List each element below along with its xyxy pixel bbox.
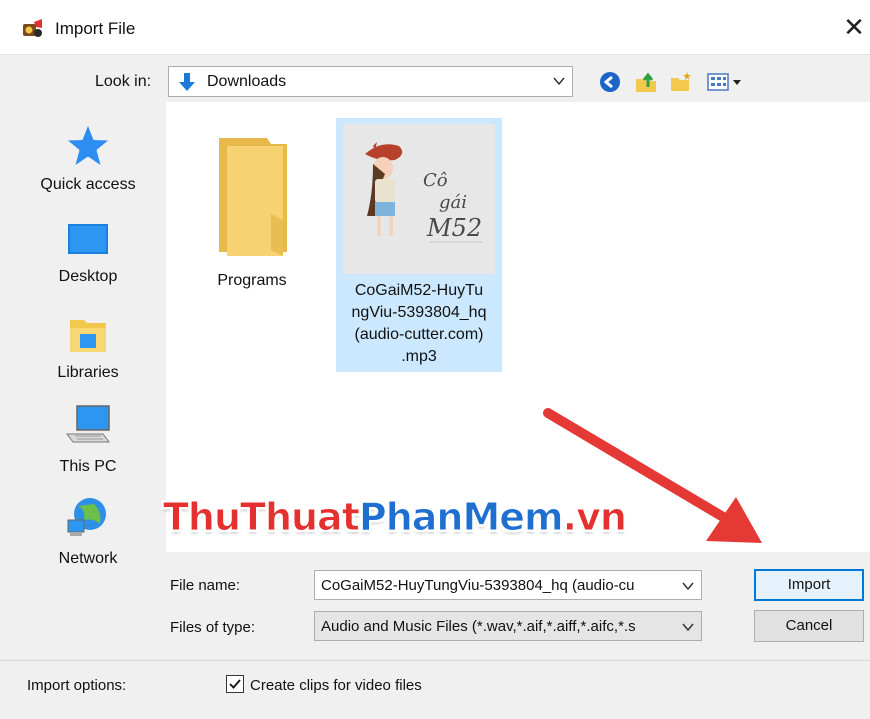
folder-icon [219, 138, 287, 256]
file-name-line: ngViu-5393804_hq [351, 304, 487, 321]
checkmark-icon [229, 679, 241, 689]
up-folder-icon[interactable] [634, 70, 658, 94]
new-folder-icon[interactable] [669, 70, 693, 94]
cancel-button[interactable]: Cancel [754, 610, 864, 642]
filename-input[interactable]: CoGaiM52-HuyTungViu-5393804_hq (audio-cu [314, 570, 702, 600]
create-clips-label[interactable]: Create clips for video files [250, 677, 422, 694]
desktop-icon [68, 224, 108, 254]
thumb-text: M52 [426, 214, 482, 242]
file-name-line: .mp3 [401, 348, 437, 365]
import-button[interactable]: Import [754, 569, 864, 601]
chevron-down-icon[interactable] [681, 579, 695, 593]
place-desktop[interactable]: Desktop [12, 220, 164, 286]
filetype-dropdown[interactable]: Audio and Music Files (*.wav,*.aif,*.aif… [314, 611, 702, 641]
place-quick-access[interactable]: Quick access [12, 124, 164, 194]
back-icon[interactable] [598, 70, 622, 94]
filename-label: File name: [170, 577, 241, 594]
annotation-arrow [543, 408, 762, 543]
place-label: Libraries [57, 364, 119, 381]
lookin-label: Look in: [95, 73, 152, 90]
place-network[interactable]: Network [12, 496, 164, 568]
computer-icon [66, 405, 110, 443]
file-name-line: CoGaiM52-HuyTu [354, 282, 484, 299]
chevron-down-icon [681, 620, 695, 634]
place-label: Network [58, 550, 118, 567]
thumb-text: Cô [423, 170, 448, 191]
file-item-mp3[interactable]: Cô gái M52 CoGaiM52-HuyTu ngViu-5393804_… [336, 118, 502, 372]
file-name: Programs [217, 272, 287, 289]
place-label: Desktop [58, 268, 118, 285]
download-arrow-icon [179, 73, 195, 91]
app-icon [23, 19, 42, 37]
filetype-label: Files of type: [170, 619, 256, 636]
lookin-dropdown[interactable]: Downloads [168, 66, 573, 97]
filetype-value: Audio and Music Files (*.wav,*.aif,*.aif… [321, 618, 636, 635]
close-button[interactable]: ✕ [838, 11, 870, 43]
star-icon [68, 126, 108, 165]
watermark-part: ThuThuat [163, 495, 361, 540]
album-art-thumbnail: Cô gái M52 [343, 124, 495, 274]
filename-value: CoGaiM52-HuyTungViu-5393804_hq (audio-cu [321, 577, 635, 594]
places-bar: Quick access Desktop Libraries This PC N… [12, 102, 164, 572]
place-this-pc[interactable]: This PC [12, 404, 164, 476]
divider [0, 660, 870, 661]
file-item-programs[interactable]: Programs [192, 132, 312, 292]
view-menu-icon[interactable] [706, 70, 746, 94]
place-label: This PC [59, 458, 117, 475]
libraries-icon [70, 320, 106, 352]
import-options-label: Import options: [27, 677, 127, 694]
place-libraries[interactable]: Libraries [12, 312, 164, 382]
title-bar: Import File ✕ [0, 0, 870, 55]
file-name-line: (audio-cutter.com) [354, 326, 484, 343]
network-icon [67, 498, 106, 536]
chevron-down-icon [553, 77, 565, 86]
thumb-text: gái [439, 192, 467, 213]
place-label: Quick access [40, 176, 136, 193]
create-clips-checkbox[interactable] [226, 675, 244, 693]
lookin-value: Downloads [207, 73, 287, 90]
window-title: Import File [55, 19, 136, 38]
